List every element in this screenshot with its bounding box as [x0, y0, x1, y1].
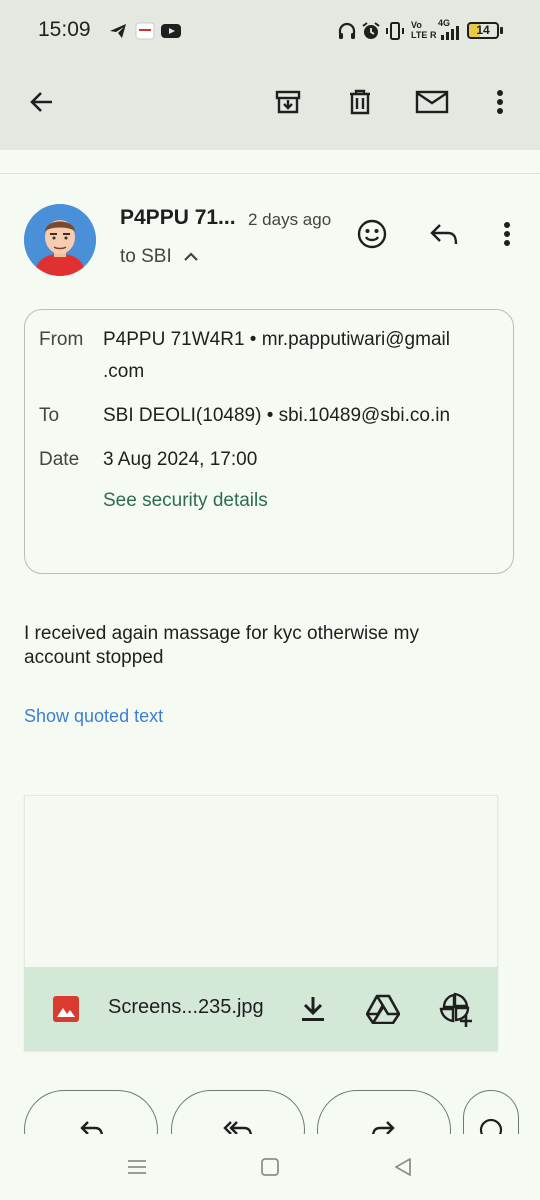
volte-icon: Vo LTE	[411, 20, 427, 42]
battery-icon: 14	[467, 20, 505, 42]
show-quoted-text-link[interactable]: Show quoted text	[24, 706, 163, 727]
sender-name[interactable]: P4PPU 71...	[120, 206, 236, 230]
security-details-link[interactable]: See security details	[103, 490, 268, 512]
emoji-react-icon[interactable]	[352, 214, 392, 254]
reply-icon[interactable]	[424, 214, 464, 254]
delete-icon[interactable]	[340, 82, 380, 122]
menu-icon[interactable]	[120, 1152, 154, 1182]
sent-time: 2 days ago	[248, 210, 332, 229]
headphones-icon	[337, 20, 357, 42]
youtube-icon	[160, 20, 182, 42]
back-arrow-icon[interactable]	[22, 82, 62, 122]
archive-icon[interactable]	[268, 82, 308, 122]
date-label: Date	[39, 449, 80, 470]
avatar[interactable]	[24, 204, 96, 276]
volte-vo-text: Vo	[411, 20, 422, 30]
chevron-up-icon	[184, 252, 198, 261]
image-file-icon	[50, 993, 82, 1025]
signal-4g-icon: 4G R	[430, 18, 460, 42]
status-time: 15:09	[38, 18, 91, 41]
from-address-cont: .com	[103, 361, 145, 382]
message-body: I received again massage for kyc otherwi…	[24, 622, 504, 670]
to-label: To	[39, 405, 60, 426]
alarm-icon	[361, 20, 381, 42]
mark-unread-icon[interactable]	[410, 82, 454, 122]
recipient-toggle[interactable]: to SBI	[120, 246, 199, 268]
from-value[interactable]: P4PPU 71W4R1 • mr.papputiwari@gmail .com	[103, 324, 503, 388]
attachment-file-name[interactable]: Screens...235.jpg	[108, 996, 264, 1019]
app-thumbnail-icon	[135, 20, 155, 42]
telegram-icon	[108, 20, 128, 42]
top-divider	[0, 173, 540, 174]
recipient-summary-text: to SBI	[120, 246, 172, 267]
from-label: From	[39, 329, 84, 350]
add-to-photos-icon[interactable]	[436, 990, 476, 1028]
from-address: P4PPU 71W4R1 • mr.papputiwari@gmail	[103, 329, 450, 350]
signal-roaming-text: R	[430, 30, 437, 40]
body-line-1: I received again massage for kyc otherwi…	[24, 623, 419, 644]
vibrate-icon	[385, 20, 405, 42]
status-bar: 15:09 Vo LTE 4G R 14	[0, 0, 540, 62]
date-value: 3 Aug 2024, 17:00	[103, 449, 258, 470]
battery-level: 14	[476, 23, 490, 37]
message-more-icon[interactable]	[492, 214, 522, 254]
back-icon[interactable]	[386, 1152, 420, 1182]
drive-icon[interactable]	[364, 992, 402, 1026]
home-icon[interactable]	[253, 1152, 287, 1182]
body-line-2: account stopped	[24, 647, 164, 668]
to-value[interactable]: SBI DEOLI(10489) • sbi.10489@sbi.co.in	[103, 400, 450, 432]
volte-lte-text: LTE	[411, 30, 428, 40]
more-vert-icon[interactable]	[484, 82, 516, 122]
download-icon[interactable]	[296, 992, 330, 1026]
